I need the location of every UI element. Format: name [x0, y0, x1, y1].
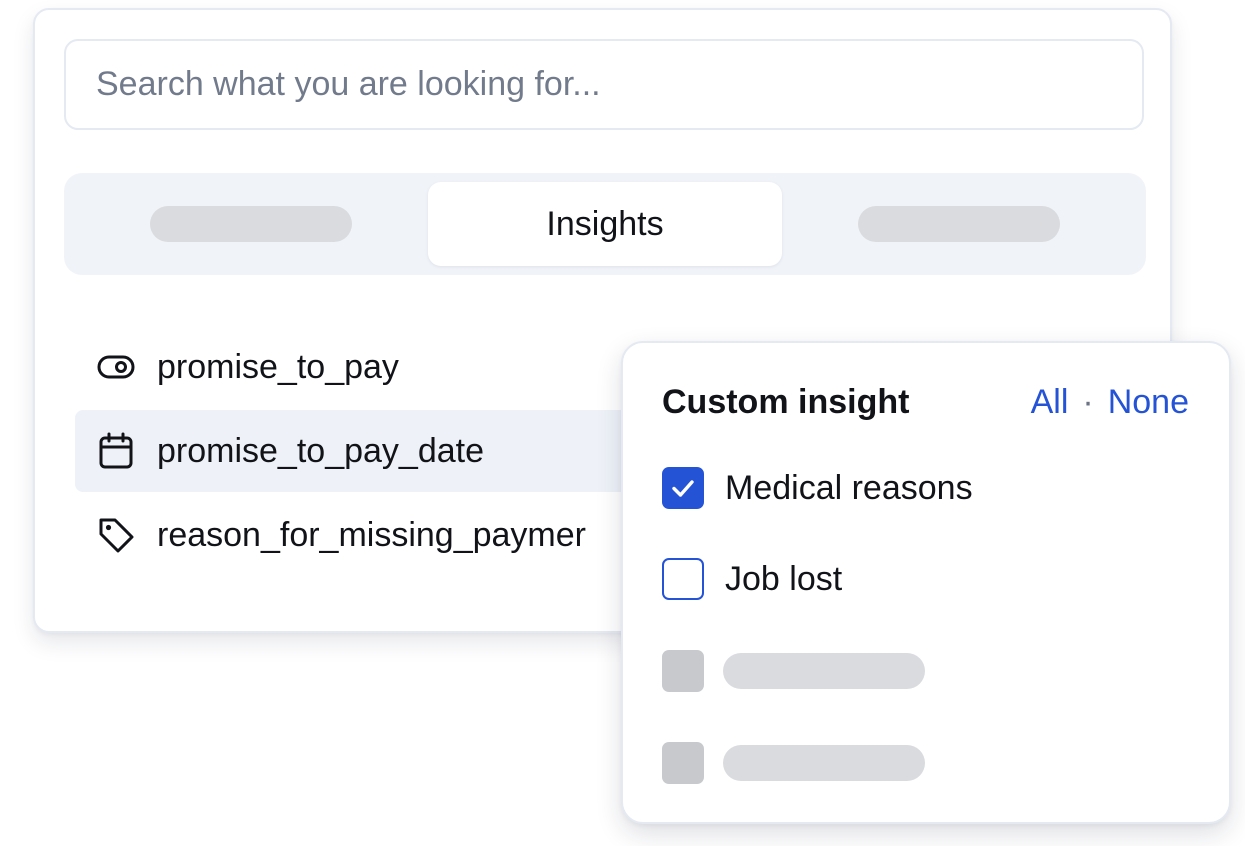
field-label: promise_to_pay_date	[157, 431, 485, 470]
option-placeholder	[662, 650, 925, 692]
checkbox-placeholder	[662, 742, 704, 784]
option-placeholder	[662, 742, 925, 784]
calendar-icon	[96, 431, 136, 471]
separator-dot: ·	[1082, 383, 1094, 421]
option-job-lost[interactable]: Job lost	[662, 558, 842, 600]
tab-bar: Insights	[64, 173, 1146, 275]
search-input[interactable]	[64, 39, 1144, 130]
tab-placeholder[interactable]	[150, 206, 352, 242]
custom-insight-popover: Custom insight All · None Medical reason…	[621, 341, 1231, 824]
select-actions: All · None	[1031, 383, 1189, 422]
option-label: Medical reasons	[725, 468, 973, 507]
select-none-link[interactable]: None	[1108, 383, 1189, 422]
checkbox-unchecked[interactable]	[662, 558, 704, 600]
checkbox-placeholder	[662, 650, 704, 692]
check-icon	[672, 480, 694, 497]
select-all-link[interactable]: All	[1031, 383, 1069, 422]
option-label: Job lost	[725, 559, 843, 598]
tag-icon	[96, 515, 136, 555]
checkbox-checked[interactable]	[662, 467, 704, 509]
label-placeholder	[723, 745, 925, 781]
tab-placeholder[interactable]	[858, 206, 1060, 242]
tab-insights[interactable]: Insights	[428, 182, 782, 266]
label-placeholder	[723, 653, 925, 689]
toggle-icon	[96, 347, 136, 387]
popover-title: Custom insight	[662, 383, 910, 421]
field-label: reason_for_missing_paymer	[157, 515, 586, 554]
field-label: promise_to_pay	[157, 347, 399, 386]
option-medical-reasons[interactable]: Medical reasons	[662, 467, 973, 509]
